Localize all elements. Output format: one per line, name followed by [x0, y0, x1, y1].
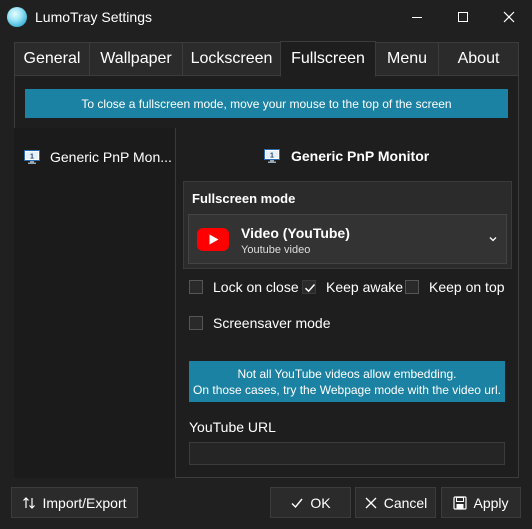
checkmark-icon: [304, 284, 316, 293]
maximize-icon: [458, 12, 468, 22]
apply-button[interactable]: Apply: [441, 487, 521, 518]
lock-on-close-label: Lock on close: [213, 279, 299, 295]
embed-notice-line1: Not all YouTube videos allow embedding.: [237, 366, 457, 381]
screensaver-mode-checkbox[interactable]: Screensaver mode: [189, 315, 331, 331]
svg-text:1: 1: [270, 152, 274, 159]
fullscreen-mode-dropdown[interactable]: Video (YouTube) Youtube video: [188, 214, 507, 264]
checkbox-box: [189, 280, 203, 294]
close-icon: [503, 11, 515, 23]
monitor-item-label: Generic PnP Mon...: [50, 149, 172, 165]
cancel-label: Cancel: [383, 494, 428, 511]
embed-notice-banner: Not all YouTube videos allow embedding. …: [189, 361, 505, 402]
keep-awake-checkbox[interactable]: Keep awake: [302, 279, 403, 295]
fullscreen-info-banner: To close a fullscreen mode, move your mo…: [25, 89, 508, 118]
mode-selected-name: Video (YouTube): [241, 225, 350, 241]
chevron-down-icon: [489, 237, 497, 242]
monitor-title: 1 Generic PnP Monitor: [264, 148, 429, 164]
apply-label: Apply: [473, 494, 509, 511]
embed-notice-line2: On those cases, try the Webpage mode wit…: [193, 382, 501, 397]
title-bar: LumoTray Settings: [0, 0, 532, 34]
close-window-button[interactable]: [486, 0, 532, 34]
import-export-button[interactable]: Import/Export: [11, 487, 138, 518]
app-logo-icon: [7, 7, 27, 27]
checkbox-checked: [302, 280, 316, 294]
minimize-button[interactable]: [394, 0, 440, 34]
monitor-list-item[interactable]: 1 Generic PnP Mon...: [14, 138, 176, 176]
fullscreen-mode-label: Fullscreen mode: [192, 191, 296, 206]
monitor-list: 1 Generic PnP Mon...: [14, 128, 176, 478]
import-export-icon: [23, 496, 36, 509]
youtube-url-label: YouTube URL: [189, 419, 276, 435]
tab-about[interactable]: About: [438, 42, 519, 76]
window-title: LumoTray Settings: [35, 9, 152, 25]
keep-on-top-label: Keep on top: [429, 279, 505, 295]
fullscreen-mode-group: Fullscreen mode Video (YouTube) Youtube …: [183, 181, 512, 269]
tab-general[interactable]: General: [14, 42, 90, 76]
screensaver-mode-label: Screensaver mode: [213, 315, 331, 331]
checkbox-box: [189, 316, 203, 330]
checkbox-box: [405, 280, 419, 294]
lock-on-close-checkbox[interactable]: Lock on close: [189, 279, 299, 295]
close-icon: [365, 497, 377, 508]
tab-fullscreen[interactable]: Fullscreen: [280, 41, 376, 77]
minimize-icon: [412, 17, 422, 18]
keep-awake-label: Keep awake: [326, 279, 404, 295]
mode-selected-description: Youtube video: [241, 244, 311, 256]
ok-button[interactable]: OK: [270, 487, 351, 518]
youtube-url-input[interactable]: [189, 442, 505, 465]
ok-label: OK: [310, 494, 331, 511]
keep-on-top-checkbox[interactable]: Keep on top: [405, 279, 505, 295]
tab-wallpaper[interactable]: Wallpaper: [89, 42, 183, 76]
youtube-icon: [197, 228, 229, 251]
save-icon: [453, 495, 468, 510]
monitor-icon: 1: [24, 150, 40, 164]
checkmark-icon: [291, 498, 303, 508]
maximize-button[interactable]: [440, 0, 486, 34]
tab-lockscreen[interactable]: Lockscreen: [182, 42, 281, 76]
svg-text:1: 1: [30, 153, 34, 160]
cancel-button[interactable]: Cancel: [355, 487, 436, 518]
tab-menu[interactable]: Menu: [375, 42, 439, 76]
monitor-title-label: Generic PnP Monitor: [291, 148, 430, 164]
import-export-label: Import/Export: [42, 494, 127, 511]
monitor-icon: 1: [264, 149, 280, 163]
